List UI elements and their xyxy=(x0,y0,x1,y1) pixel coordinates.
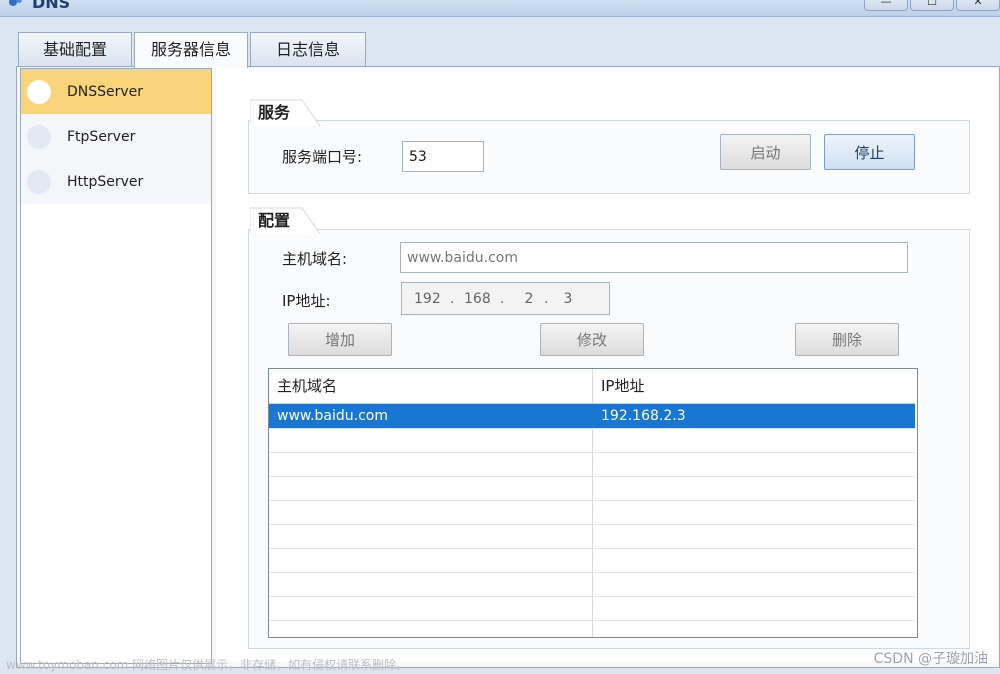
host-label: 主机域名: xyxy=(282,250,348,268)
author-watermark: CSDN @子璇加油 xyxy=(873,651,988,667)
host-input[interactable]: www.baidu.com xyxy=(400,242,908,273)
column-header-ip[interactable]: IP地址 xyxy=(593,369,915,403)
close-button[interactable]: ✕ xyxy=(956,0,1000,11)
maximize-button[interactable]: ☐ xyxy=(910,0,954,11)
status-circle-icon xyxy=(27,124,51,149)
service-group-title: 服务 xyxy=(250,99,328,127)
tab-basic-config[interactable]: 基础配置 xyxy=(18,32,132,67)
minimize-button[interactable]: — xyxy=(864,0,908,11)
ip-dot: . xyxy=(450,290,455,307)
ip-octet-4: 3 xyxy=(563,290,573,307)
empty-table-row xyxy=(269,548,915,573)
ip-dot: . xyxy=(500,290,505,307)
ip-label: IP地址: xyxy=(282,292,331,310)
title-bar: DNS — ☐ ✕ xyxy=(0,0,1000,17)
sidebar-item-ftpserver[interactable]: FtpServer xyxy=(21,114,211,159)
watermark-text: www.toymoban.com 网络图片仅供展示，非存储，如有侵权请联系删除。 xyxy=(6,658,409,672)
table-header: 主机域名 IP地址 xyxy=(269,369,915,404)
sidebar-item-label: HttpServer xyxy=(67,173,144,190)
stop-button[interactable]: 停止 xyxy=(824,134,915,170)
delete-button[interactable]: 删除 xyxy=(795,323,899,356)
table-row[interactable]: www.baidu.com 192.168.2.3 xyxy=(269,404,915,429)
host-cell: www.baidu.com xyxy=(277,408,388,424)
ip-dot: . xyxy=(544,290,549,307)
tab-log-info[interactable]: 日志信息 xyxy=(250,32,366,67)
empty-table-row xyxy=(269,500,915,525)
empty-table-row xyxy=(269,596,915,621)
ip-cell: 192.168.2.3 xyxy=(601,408,686,424)
empty-table-row xyxy=(269,452,915,477)
empty-table-row xyxy=(269,524,915,549)
modify-button[interactable]: 修改 xyxy=(540,323,644,356)
config-group-title: 配置 xyxy=(250,207,328,235)
sidebar-item-httpserver[interactable]: HttpServer xyxy=(21,159,211,204)
sidebar-item-label: DNSServer xyxy=(67,83,144,100)
tab-server-info[interactable]: 服务器信息 xyxy=(134,32,248,68)
status-circle-icon xyxy=(27,79,51,104)
column-header-host[interactable]: 主机域名 xyxy=(269,369,592,403)
port-label: 服务端口号: xyxy=(282,148,363,166)
ip-octet-2: 168 xyxy=(464,290,491,307)
status-circle-icon xyxy=(27,169,51,194)
empty-table-row xyxy=(269,572,915,597)
sidebar-item-label: FtpServer xyxy=(67,128,136,145)
network-icon xyxy=(9,0,22,6)
empty-table-row xyxy=(269,428,915,453)
sidebar-item-dnsserver[interactable]: DNSServer xyxy=(21,69,211,114)
dns-record-table: 主机域名 IP地址 www.baidu.com 192.168.2.3 xyxy=(268,368,918,638)
window-title: DNS xyxy=(32,0,71,12)
ip-address-input[interactable]: 192 . 168 . 2 . 3 xyxy=(401,282,610,315)
server-list: DNSServer FtpServer HttpServer xyxy=(20,68,212,664)
start-button[interactable]: 启动 xyxy=(720,134,811,170)
port-input[interactable]: 53 xyxy=(402,141,484,172)
ip-octet-1: 192 xyxy=(414,290,441,307)
ip-octet-3: 2 xyxy=(524,290,534,307)
empty-table-row xyxy=(269,476,915,501)
add-button[interactable]: 增加 xyxy=(288,323,392,356)
